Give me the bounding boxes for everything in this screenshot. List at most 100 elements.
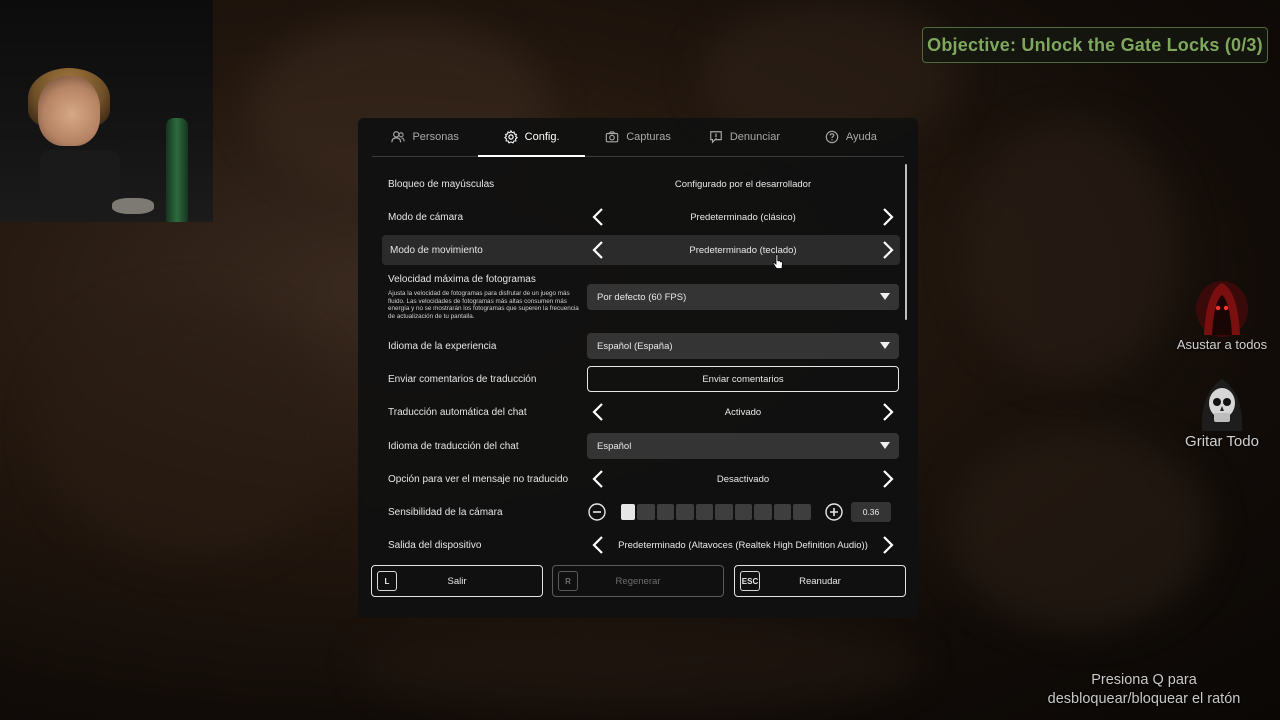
- chat-translate-language-value: Español: [597, 440, 632, 452]
- send-feedback-button[interactable]: Enviar comentarios: [587, 366, 899, 392]
- experience-language-dropdown[interactable]: Español (España): [587, 333, 899, 359]
- chevron-left-icon: [592, 403, 603, 421]
- next-arrow-button[interactable]: [877, 206, 899, 228]
- objective-banner: Objective: Unlock the Gate Locks (0/3): [922, 27, 1268, 63]
- resume-label: Reanudar: [799, 575, 841, 587]
- setting-experience-language: Idioma de la experiencia Español (España…: [380, 331, 900, 361]
- key-hint: L: [377, 571, 397, 591]
- leave-label: Salir: [447, 575, 467, 587]
- webcam-bowl: [112, 198, 154, 214]
- settings-scrollbar[interactable]: [905, 164, 907, 320]
- webcam-person-shirt: [40, 150, 120, 222]
- max-fps-description: Ajusta la velocidad de fotogramas para d…: [388, 290, 579, 320]
- leave-button[interactable]: L Salir: [371, 565, 543, 597]
- movement-mode-selector: Predeterminado (teclado): [587, 236, 899, 264]
- chevron-right-icon: [883, 470, 894, 488]
- chevron-right-icon: [883, 536, 894, 554]
- camera-mode-selector: Predeterminado (clásico): [587, 203, 899, 231]
- output-device-value: Predeterminado (Altavoces (Realtek High …: [618, 539, 868, 551]
- setting-label: Traducción automática del chat: [388, 406, 527, 418]
- setting-chat-auto-translate: Traducción automática del chat Activado: [380, 397, 900, 427]
- settings-panel: Personas Config. Capturas Denunciar Ayud…: [358, 118, 918, 618]
- setting-label: Idioma de traducción del chat: [388, 440, 519, 452]
- minus-circle-icon[interactable]: [588, 503, 606, 521]
- next-arrow-button[interactable]: [877, 239, 899, 261]
- resume-button[interactable]: ESC Reanudar: [734, 565, 906, 597]
- max-fps-value: Por defecto (60 FPS): [597, 291, 687, 303]
- webcam-overlay: [0, 0, 213, 222]
- chevron-left-icon: [592, 536, 603, 554]
- caret-down-icon: [880, 293, 890, 300]
- setting-label: Enviar comentarios de traducción: [388, 373, 537, 385]
- sensitivity-segment[interactable]: [793, 504, 811, 520]
- setting-camera-sensitivity: Sensibilidad de la cámara 0.36: [380, 497, 900, 527]
- setting-label: Salida del dispositivo: [388, 539, 482, 551]
- tab-denunciar[interactable]: Denunciar: [691, 118, 797, 156]
- camera-mode-value: Predeterminado (clásico): [690, 211, 796, 223]
- previous-arrow-button[interactable]: [587, 239, 609, 261]
- previous-arrow-button[interactable]: [587, 468, 609, 490]
- hint-line-1: Presiona Q para: [1091, 672, 1197, 688]
- sensitivity-track[interactable]: [621, 504, 811, 520]
- sensitivity-segment[interactable]: [695, 504, 714, 520]
- caret-down-icon: [880, 342, 890, 349]
- max-fps-dropdown[interactable]: Por defecto (60 FPS): [587, 284, 899, 310]
- previous-arrow-button[interactable]: [587, 206, 609, 228]
- tab-personas-label: Personas: [412, 131, 459, 143]
- help-icon: [825, 130, 839, 144]
- hint-line-2: desbloquear/bloquear el ratón: [1047, 691, 1241, 707]
- sensitivity-segment[interactable]: [715, 504, 733, 520]
- scare-all-action[interactable]: Asustar a todos: [1172, 275, 1272, 352]
- sensitivity-value-input[interactable]: 0.36: [851, 502, 891, 522]
- webcam-person: [38, 76, 100, 146]
- output-device-selector: Predeterminado (Altavoces (Realtek High …: [587, 531, 899, 559]
- tab-config-label: Config.: [524, 131, 560, 143]
- sensitivity-segment[interactable]: [656, 504, 675, 520]
- mouse-pointer-icon: [772, 254, 783, 269]
- tab-config[interactable]: Config.: [478, 118, 586, 157]
- chat-translate-language-dropdown[interactable]: Español: [587, 433, 899, 459]
- plus-circle-icon[interactable]: [825, 503, 843, 521]
- sensitivity-segment[interactable]: [734, 504, 753, 520]
- chat-auto-translate-value: Activado: [724, 406, 762, 418]
- chevron-right-icon: [883, 403, 894, 421]
- sensitivity-segment[interactable]: [754, 504, 772, 520]
- untranslated-message-selector: Desactivado: [587, 465, 899, 493]
- people-icon: [391, 131, 406, 143]
- camera-icon: [605, 131, 619, 143]
- tab-personas[interactable]: Personas: [372, 118, 478, 156]
- chevron-right-icon: [883, 208, 894, 226]
- red-hooded-figure-icon: [1196, 281, 1248, 337]
- caret-down-icon: [880, 442, 890, 449]
- previous-arrow-button[interactable]: [587, 401, 609, 423]
- next-arrow-button[interactable]: [877, 534, 899, 556]
- experience-language-value: Español (España): [597, 340, 673, 352]
- tab-capturas[interactable]: Capturas: [585, 118, 691, 156]
- chevron-left-icon: [592, 470, 603, 488]
- key-hint: ESC: [740, 571, 760, 591]
- setting-untranslated-message: Opción para ver el mensaje no traducido …: [380, 464, 900, 494]
- scare-all-label: Asustar a todos: [1176, 337, 1268, 352]
- previous-arrow-button[interactable]: [587, 534, 609, 556]
- next-arrow-button[interactable]: [877, 468, 899, 490]
- respawn-button[interactable]: R Regenerar: [552, 565, 724, 597]
- tab-ayuda[interactable]: Ayuda: [798, 118, 904, 156]
- scream-all-action[interactable]: Gritar Todo: [1172, 375, 1272, 450]
- setting-caps-lock: Bloqueo de mayúsculas Configurado por el…: [380, 169, 900, 199]
- tab-ayuda-label: Ayuda: [845, 131, 877, 143]
- sensitivity-segment[interactable]: [637, 504, 655, 520]
- sensitivity-segment[interactable]: [621, 504, 636, 520]
- caps-lock-value-box: Configurado por el desarrollador: [587, 170, 899, 198]
- key-hint: R: [558, 571, 578, 591]
- next-arrow-button[interactable]: [877, 401, 899, 423]
- setting-label: Sensibilidad de la cámara: [388, 506, 503, 518]
- camera-sensitivity-slider: 0.36: [587, 498, 899, 526]
- chevron-left-icon: [592, 241, 603, 259]
- setting-translation-feedback: Enviar comentarios de traducción Enviar …: [380, 364, 900, 394]
- sensitivity-segment[interactable]: [773, 504, 792, 520]
- setting-label: Bloqueo de mayúsculas: [388, 178, 495, 190]
- scream-all-label: Gritar Todo: [1185, 433, 1259, 450]
- tab-denunciar-label: Denunciar: [729, 131, 780, 143]
- setting-output-device: Salida del dispositivo Predeterminado (A…: [380, 530, 900, 560]
- sensitivity-segment[interactable]: [676, 504, 694, 520]
